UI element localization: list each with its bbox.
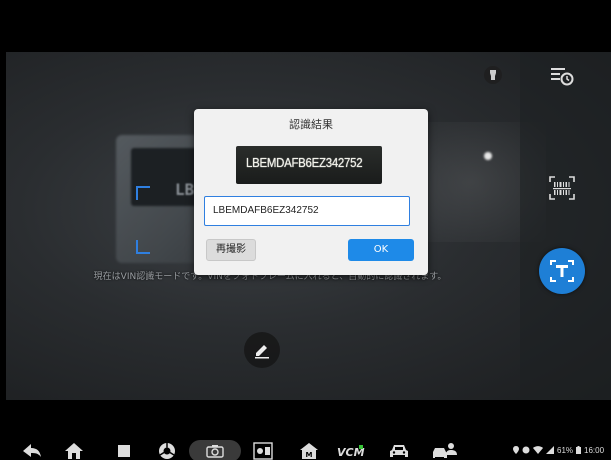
wifi-icon	[533, 446, 543, 454]
recognition-result-dialog: 認識結果 LBEMDAFB6EZ342752 LBEMDAFB6EZ342752…	[194, 109, 428, 275]
chrome-browser-button[interactable]	[156, 440, 178, 460]
recent-apps-icon	[118, 445, 130, 457]
signal-icon	[546, 446, 554, 454]
maxifix-button[interactable]: M	[298, 440, 320, 460]
home-icon	[65, 443, 83, 459]
photo-frame-corner-top-left	[136, 186, 150, 200]
history-icon	[551, 68, 574, 86]
vcm-icon: VCM	[337, 445, 365, 458]
ok-button[interactable]: OK	[348, 239, 414, 261]
flashlight-icon	[490, 70, 496, 80]
vci-status-button[interactable]: VCM	[337, 440, 365, 460]
battery-icon	[576, 446, 582, 454]
flashlight-button[interactable]	[484, 66, 502, 84]
barcode-scan-icon	[549, 176, 575, 200]
dialog-title: 認識結果	[289, 118, 333, 131]
pencil-icon	[255, 345, 269, 359]
sync-icon	[522, 446, 530, 454]
vehicle-user-button[interactable]	[432, 440, 458, 460]
right-toolbar	[520, 52, 611, 400]
camera-icon	[206, 445, 224, 458]
top-bar	[0, 0, 611, 52]
svg-text:M: M	[306, 451, 313, 459]
browser-icon	[159, 443, 175, 459]
battery-percent: 61%	[557, 445, 574, 455]
clock: 16:00	[584, 445, 605, 455]
car-icon	[390, 445, 408, 457]
brightness-icon	[253, 442, 273, 460]
vehicle-button[interactable]	[388, 440, 410, 460]
screen-brightness-button[interactable]	[252, 440, 274, 460]
retake-button[interactable]: 再撮影	[206, 239, 256, 261]
manual-input-button[interactable]	[244, 332, 280, 368]
location-icon	[513, 446, 519, 454]
vin-input-field[interactable]: LBEMDAFB6EZ342752	[204, 196, 410, 226]
text-recognition-icon	[550, 260, 574, 282]
vin-capture-text: LBEMDAFB6EZ342752	[246, 155, 363, 170]
back-button[interactable]	[21, 440, 43, 460]
history-button[interactable]	[548, 62, 576, 90]
vin-capture-image: LBEMDAFB6EZ342752	[236, 146, 382, 184]
text-recognition-button[interactable]	[539, 248, 585, 294]
car-user-icon	[433, 443, 457, 458]
background-light-dot	[484, 152, 492, 160]
maxifix-home-icon: M	[300, 443, 318, 459]
home-button[interactable]	[63, 440, 85, 460]
barcode-scan-button[interactable]	[546, 172, 578, 204]
status-bar: 61% 16:00	[513, 443, 604, 457]
camera-button[interactable]	[189, 440, 241, 460]
photo-frame-corner-bottom-left	[136, 240, 150, 254]
back-arrow-icon	[23, 444, 41, 457]
recent-apps-button[interactable]	[113, 440, 135, 460]
